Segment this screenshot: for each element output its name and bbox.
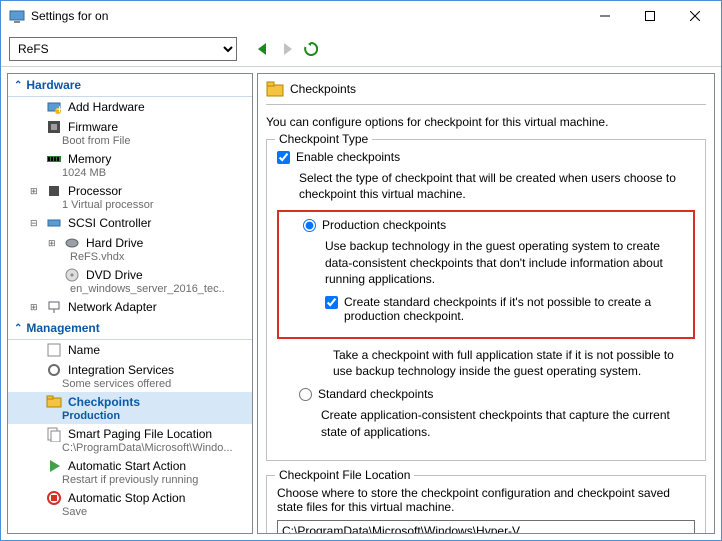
- sidebar-item-sub: Save: [30, 506, 248, 518]
- toolbar: ReFS: [1, 31, 721, 67]
- location-legend: Checkpoint File Location: [275, 468, 414, 482]
- sidebar-item-sub: 1024 MB: [30, 167, 248, 179]
- start-icon: [46, 458, 62, 474]
- vm-selector[interactable]: ReFS: [9, 37, 237, 61]
- hard-drive-icon: [64, 235, 80, 251]
- sidebar-item-hard-drive[interactable]: ⊞Hard Drive ReFS.vhdx: [8, 233, 252, 265]
- location-description: Choose where to store the checkpoint con…: [277, 486, 695, 514]
- production-label: Production checkpoints: [322, 218, 446, 232]
- prev-button[interactable]: [255, 41, 271, 57]
- title-bar: Settings for on: [1, 1, 721, 31]
- chevron-up-icon: ⌃: [14, 323, 22, 334]
- sidebar-item-network-adapter[interactable]: ⊞Network Adapter: [8, 297, 252, 317]
- sidebar-item-smart-paging[interactable]: Smart Paging File Location C:\ProgramDat…: [8, 424, 252, 456]
- scsi-icon: [46, 215, 62, 231]
- hardware-category[interactable]: ⌃ Hardware: [8, 74, 252, 97]
- minimize-button[interactable]: [582, 1, 627, 31]
- expand-icon[interactable]: ⊞: [30, 302, 40, 313]
- management-category[interactable]: ⌃ Management: [8, 317, 252, 340]
- content-intro: You can configure options for checkpoint…: [266, 115, 706, 129]
- sidebar-item-sub: C:\ProgramData\Microsoft\Windo...: [30, 442, 248, 454]
- standard-radio[interactable]: [299, 388, 312, 401]
- network-icon: [46, 299, 62, 315]
- sidebar-item-sub: Some services offered: [30, 378, 248, 390]
- enable-checkpoints-checkbox[interactable]: [277, 151, 290, 164]
- maximize-button[interactable]: [627, 1, 672, 31]
- expand-icon[interactable]: ⊞: [30, 186, 40, 197]
- collapse-icon[interactable]: ⊟: [30, 218, 40, 229]
- next-button[interactable]: [279, 41, 295, 57]
- dvd-icon: [64, 267, 80, 283]
- sidebar-item-integration-services[interactable]: Integration Services Some services offer…: [8, 360, 252, 392]
- content-pane: Checkpoints You can configure options fo…: [257, 73, 715, 534]
- content-title: Checkpoints: [290, 82, 356, 96]
- fallback-checkbox[interactable]: [325, 296, 338, 309]
- production-radio[interactable]: [303, 219, 316, 232]
- category-label: Hardware: [26, 78, 81, 92]
- firmware-icon: [46, 119, 62, 135]
- chevron-up-icon: ⌃: [14, 80, 22, 91]
- add-hardware-icon: +: [46, 99, 62, 115]
- checkpoint-type-legend: Checkpoint Type: [275, 132, 372, 146]
- sidebar-item-sub: Boot from File: [30, 135, 248, 147]
- checkpoint-type-group: Checkpoint Type Enable checkpoints Selec…: [266, 139, 706, 461]
- fallback-label: Create standard checkpoints if it's not …: [344, 295, 685, 323]
- production-description: Use backup technology in the guest opera…: [325, 238, 685, 287]
- paging-icon: [46, 426, 62, 442]
- sidebar-item-dvd-drive[interactable]: DVD Drive en_windows_server_2016_tec..: [8, 265, 252, 297]
- sidebar-item-sub: Production: [30, 410, 248, 422]
- expand-icon[interactable]: ⊞: [48, 238, 58, 249]
- sidebar-item-memory[interactable]: Memory 1024 MB: [8, 149, 252, 181]
- checkpoints-icon: [266, 80, 284, 98]
- sidebar-item-sub: ReFS.vhdx: [48, 251, 248, 263]
- processor-icon: [46, 183, 62, 199]
- refresh-button[interactable]: [303, 41, 319, 57]
- fallback-description: Take a checkpoint with full application …: [333, 347, 695, 379]
- sidebar-item-sub: en_windows_server_2016_tec..: [48, 283, 248, 295]
- enable-checkpoints-label: Enable checkpoints: [296, 150, 400, 164]
- sidebar-item-auto-start[interactable]: Automatic Start Action Restart if previo…: [8, 456, 252, 488]
- settings-tree[interactable]: ⌃ Hardware +Add Hardware Firmware Boot f…: [7, 73, 253, 534]
- sidebar-item-auto-stop[interactable]: Automatic Stop Action Save: [8, 488, 252, 520]
- window-title: Settings for on: [31, 9, 582, 23]
- location-path-input[interactable]: [277, 520, 695, 534]
- svg-text:+: +: [56, 102, 62, 115]
- sidebar-item-processor[interactable]: ⊞Processor 1 Virtual processor: [8, 181, 252, 213]
- category-label: Management: [26, 321, 99, 335]
- close-button[interactable]: [672, 1, 717, 31]
- sidebar-item-checkpoints[interactable]: Checkpoints Production: [8, 392, 252, 424]
- name-icon: [46, 342, 62, 358]
- standard-description: Create application-consistent checkpoint…: [321, 407, 695, 439]
- production-highlight: Production checkpoints Use backup techno…: [277, 210, 695, 339]
- sidebar-item-firmware[interactable]: Firmware Boot from File: [8, 117, 252, 149]
- sidebar-item-scsi-controller[interactable]: ⊟SCSI Controller: [8, 213, 252, 233]
- hyperv-settings-icon: [9, 8, 25, 24]
- memory-icon: [46, 151, 62, 167]
- sidebar-item-sub: 1 Virtual processor: [30, 199, 248, 211]
- sidebar-item-add-hardware[interactable]: +Add Hardware: [8, 97, 252, 117]
- sidebar-item-name[interactable]: Name: [8, 340, 252, 360]
- content-header: Checkpoints: [266, 78, 706, 105]
- sidebar-item-sub: Restart if previously running: [30, 474, 248, 486]
- standard-label: Standard checkpoints: [318, 387, 433, 401]
- checkpoints-icon: [46, 394, 62, 410]
- stop-icon: [46, 490, 62, 506]
- checkpoint-location-group: Checkpoint File Location Choose where to…: [266, 475, 706, 534]
- integration-icon: [46, 362, 62, 378]
- type-description: Select the type of checkpoint that will …: [299, 170, 695, 202]
